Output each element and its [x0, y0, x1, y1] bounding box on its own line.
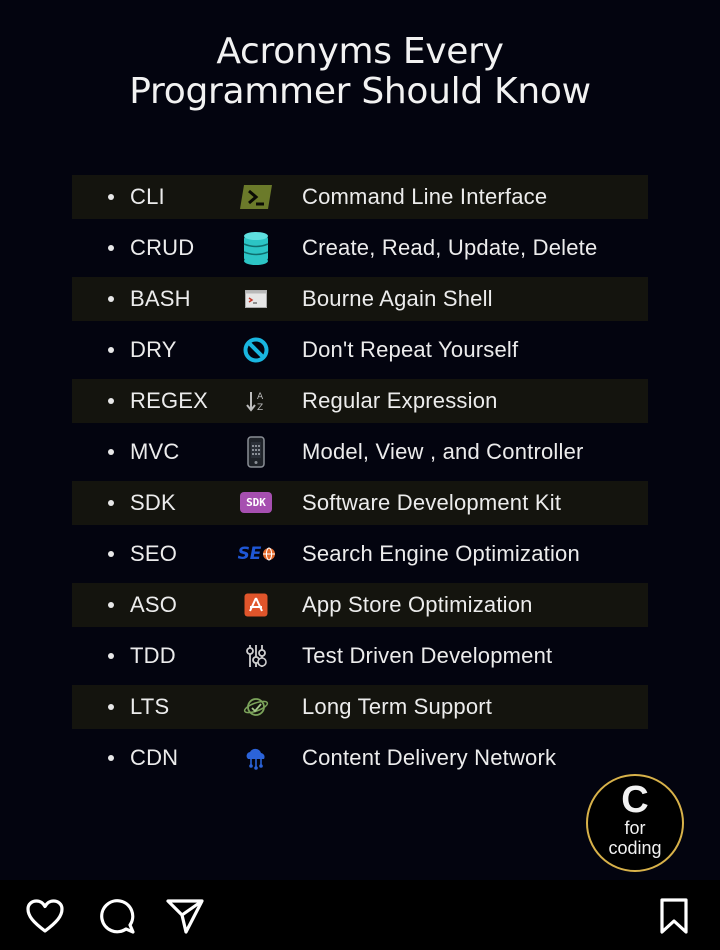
- shell-window-icon: [240, 284, 272, 314]
- send-icon: [166, 899, 204, 934]
- acronym-meaning: Create, Read, Update, Delete: [302, 234, 598, 260]
- bullet: [108, 397, 114, 404]
- bullet: [108, 601, 114, 608]
- acronym: LTS: [130, 693, 170, 719]
- bullet: [108, 652, 114, 659]
- list-item-sdk: SDK SDK Software Development Kit: [72, 480, 648, 525]
- action-bar: [0, 880, 720, 950]
- brand-logo-line-1: for: [624, 818, 646, 838]
- no-entry-icon: [240, 335, 272, 365]
- list-item-cdn: CDN Content Delivery Network: [72, 732, 648, 783]
- acronym: BASH: [130, 285, 191, 311]
- brand-logo-letter: C: [621, 779, 649, 821]
- list-item-cli: CLI Command Line Interface: [72, 174, 648, 219]
- like-button[interactable]: [23, 894, 67, 938]
- bullet: [108, 703, 114, 710]
- acronym-meaning: Model, View , and Controller: [302, 438, 584, 464]
- database-icon: [240, 231, 272, 265]
- support-globe-icon: [240, 692, 272, 722]
- terminal-prompt-icon: [240, 182, 272, 212]
- bullet: [108, 244, 114, 251]
- acronym: CLI: [130, 183, 165, 209]
- mobile-device-icon: [240, 435, 272, 468]
- bullet: [108, 550, 114, 557]
- acronym-meaning: Command Line Interface: [302, 183, 548, 209]
- acronym: MVC: [130, 438, 180, 464]
- brand-logo-line-2: coding: [608, 838, 662, 858]
- cloud-network-icon: [240, 743, 272, 773]
- app-store-icon: [240, 590, 272, 620]
- sort-az-icon: AZ: [240, 386, 272, 416]
- svg-text:A: A: [257, 392, 264, 402]
- bullet: [108, 346, 114, 353]
- heart-icon: [26, 899, 64, 933]
- settings-sliders-icon: [240, 641, 272, 671]
- list-item-regex: REGEX AZ Regular Expression: [72, 378, 648, 423]
- acronym: SDK: [130, 489, 176, 515]
- globe-icon: [263, 547, 276, 560]
- list-item-crud: CRUD Create, Read, Update, Delete: [72, 222, 648, 273]
- list-item-lts: LTS Long Term Support: [72, 684, 648, 729]
- acronym-meaning: App Store Optimization: [302, 591, 533, 617]
- sdk-badge-icon: SDK: [236, 488, 276, 518]
- acronym-meaning: Content Delivery Network: [302, 744, 557, 770]
- bullet: [108, 499, 114, 506]
- acronym-meaning: Regular Expression: [302, 387, 498, 413]
- save-button[interactable]: [652, 894, 696, 938]
- title-line-2: Programmer Should Know: [125, 72, 596, 118]
- acronym: ASO: [130, 591, 178, 617]
- list-item-dry: DRY Don't Repeat Yourself: [72, 324, 648, 375]
- acronym-meaning: Test Driven Development: [302, 642, 553, 668]
- acronym-meaning: Bourne Again Shell: [302, 285, 493, 311]
- seo-logo-text: SE: [237, 543, 262, 564]
- acronym-meaning: Software Development Kit: [302, 489, 562, 515]
- acronym-meaning: Search Engine Optimization: [302, 540, 580, 566]
- bullet: [108, 754, 114, 761]
- post-title: Acronyms Every Programmer Should Know: [0, 31, 720, 118]
- post-image: Acronyms Every Programmer Should Know CL…: [0, 0, 720, 880]
- bullet: [108, 448, 114, 455]
- seo-logo-icon: SE: [236, 539, 278, 569]
- list-item-seo: SEO SE Search Engine Optimization: [72, 528, 648, 579]
- acronym: DRY: [130, 336, 177, 362]
- acronym: CDN: [130, 744, 179, 770]
- title-line-1: Acronyms Every: [216, 31, 504, 72]
- acronym-list: CLI Command Line Interface CRUD Create, …: [72, 171, 648, 783]
- acronym: SEO: [130, 540, 178, 566]
- bookmark-icon: [660, 898, 688, 934]
- acronym-meaning: Long Term Support: [302, 693, 493, 719]
- acronym: REGEX: [130, 387, 209, 413]
- acronym-meaning: Don't Repeat Yourself: [302, 336, 519, 362]
- brand-logo: C for coding: [586, 774, 684, 872]
- bullet: [108, 193, 114, 200]
- comment-icon: [100, 899, 135, 934]
- acronym: CRUD: [130, 234, 195, 260]
- list-item-bash: BASH Bourne Again Shell: [72, 276, 648, 321]
- share-button[interactable]: [163, 894, 207, 938]
- svg-text:Z: Z: [257, 403, 263, 413]
- comment-button[interactable]: [95, 894, 139, 938]
- list-item-tdd: TDD Test Driven Development: [72, 630, 648, 681]
- sdk-badge-text: SDK: [240, 492, 272, 513]
- list-item-aso: ASO App Store Optimization: [72, 582, 648, 627]
- bullet: [108, 295, 114, 302]
- list-item-mvc: MVC Model, View , and Controller: [72, 426, 648, 477]
- acronym: TDD: [130, 642, 176, 668]
